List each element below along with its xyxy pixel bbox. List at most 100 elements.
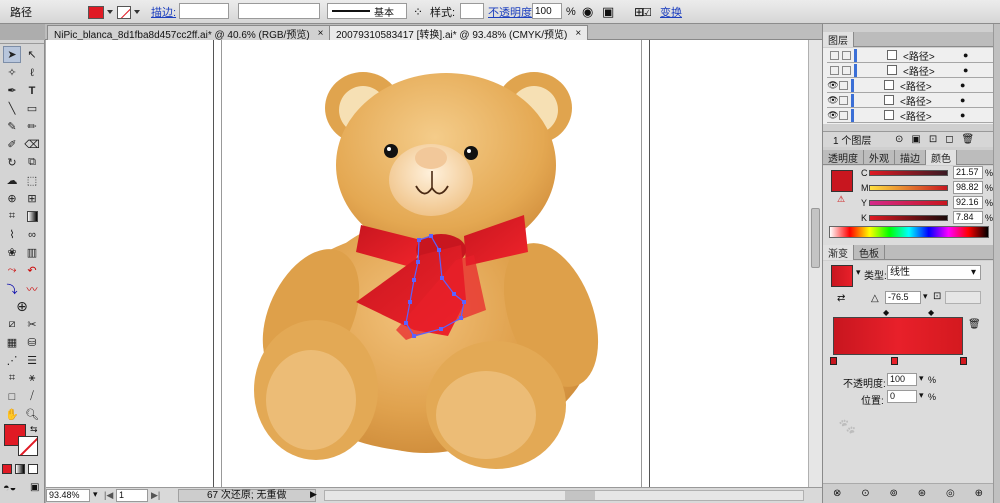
symbol-sprayer-tool-icon[interactable]: ❀ [3, 244, 21, 261]
color-spectrum[interactable] [829, 226, 989, 238]
panel-icon[interactable]: ⊙ [861, 488, 869, 499]
close-icon[interactable]: × [318, 28, 324, 39]
gradient-stop[interactable] [830, 357, 837, 365]
target-icon[interactable]: ● [960, 80, 965, 90]
chevron-down-icon[interactable]: ▾ [856, 267, 861, 278]
artboard-canvas[interactable] [46, 40, 808, 487]
tab-document-2[interactable]: 20079310583417 [转换].ai* @ 93.48% (CMYK/预… [329, 25, 589, 41]
chevron-down-icon[interactable]: ▾ [919, 373, 924, 384]
rectangle-tool-icon[interactable]: ▭ [23, 100, 41, 117]
none-mode-icon[interactable] [28, 464, 38, 474]
reshape-tool-icon[interactable]: ↶ [23, 262, 41, 279]
stop-position-field[interactable]: 0 [887, 390, 917, 403]
swap-colors-icon[interactable]: ⇆ [30, 424, 38, 435]
magic-wand-tool-icon[interactable]: ✧ [3, 64, 21, 81]
gradient-type-dropdown[interactable]: 线性 ▾ [887, 265, 981, 280]
hand-tool-icon[interactable]: ✋ [3, 406, 21, 423]
cyan-value[interactable]: 21.57 [953, 166, 983, 179]
draw-mode-icon[interactable]: ◓◒ [3, 482, 16, 494]
paintbrush-tool-icon[interactable]: ✎ [3, 118, 21, 135]
transform-label[interactable]: 变换 [660, 3, 682, 21]
smooth-tool-icon[interactable]: 〰 [23, 280, 41, 297]
first-artboard-icon[interactable]: |◀ [104, 490, 113, 501]
align-to-grid-icon[interactable]: ▣ [602, 3, 614, 21]
shape-builder-tool-icon[interactable]: ⊕ [3, 190, 21, 207]
last-artboard-icon[interactable]: ▶| [151, 490, 160, 501]
chevron-down-icon[interactable]: ▾ [919, 390, 924, 401]
layer-row[interactable]: 👁︎ <路径> ● [827, 78, 993, 93]
pencil-tool-icon[interactable]: ✏ [23, 118, 41, 135]
stroke-label[interactable]: 描边: [151, 3, 176, 21]
yellow-value[interactable]: 92.16 [953, 196, 983, 209]
layer-row[interactable]: 👁︎ <路径> ● [827, 93, 993, 108]
panel-icon[interactable]: ◎ [946, 488, 955, 499]
close-icon[interactable]: × [575, 28, 581, 39]
tab-transparency[interactable]: 透明度 [823, 150, 864, 165]
stop-opacity-field[interactable]: 100 [887, 373, 917, 386]
gradient-stop[interactable] [891, 357, 898, 365]
rotate-tool-icon[interactable]: ↻ [3, 154, 21, 171]
gradient-mode-icon[interactable] [15, 464, 25, 474]
scroll-thumb[interactable] [565, 491, 595, 500]
reverse-gradient-icon[interactable]: ⇄ [837, 293, 845, 304]
scale-tool-icon[interactable]: ⧉ [23, 154, 41, 171]
eye-icon[interactable]: 👁︎ [827, 80, 839, 91]
fill-swatch[interactable] [88, 3, 113, 21]
slice-tool-icon[interactable]: ⧄ [3, 316, 21, 333]
target-icon[interactable]: ● [960, 95, 965, 105]
warp-tool-icon[interactable]: ☁ [3, 172, 21, 189]
status-menu-icon[interactable]: ▶ [310, 489, 317, 500]
layer-row[interactable]: 👁︎ <路径> ● [827, 108, 993, 123]
align-icon[interactable]: ⁘ [413, 3, 423, 21]
target-icon[interactable]: ● [960, 110, 965, 120]
vertical-scrollbar[interactable] [808, 40, 822, 487]
opacity-field[interactable]: 100 [532, 3, 562, 19]
panel-icon[interactable]: ⊗ [833, 488, 841, 499]
slice-select-icon[interactable]: ⧸ [23, 388, 41, 405]
layer-row[interactable]: <路径> ● [827, 48, 993, 63]
recolor-icon[interactable]: ◉ [582, 3, 593, 21]
delete-stop-icon[interactable]: 🗑︎ [968, 319, 981, 330]
fill-swatch[interactable] [831, 170, 853, 192]
eye-icon[interactable]: 👁︎ [827, 95, 839, 106]
scissors-tool-icon[interactable]: ✂ [23, 316, 41, 333]
stroke-swatch[interactable] [117, 3, 140, 21]
line-tool-icon[interactable]: ╲ [3, 100, 21, 117]
magenta-slider[interactable] [869, 185, 948, 191]
checkbox-icon[interactable]: ☑ [642, 3, 652, 21]
artboard-number-field[interactable]: 1 [116, 489, 148, 502]
type-tool-icon[interactable]: T [23, 82, 41, 99]
panel-icon[interactable]: ⊛ [918, 488, 926, 499]
zoom-field[interactable]: 93.48% [46, 489, 90, 502]
new-layer-icon[interactable]: ◻ [945, 134, 953, 145]
mesh-tool-icon[interactable]: ⌗ [3, 208, 21, 225]
blob-brush-tool-icon[interactable]: ✐ [3, 136, 21, 153]
crop-tool-icon[interactable]: ⌗ [3, 370, 21, 387]
screen-mode-icon[interactable]: ▣ [30, 482, 39, 493]
black-slider[interactable] [869, 215, 948, 221]
midpoint-icon[interactable]: ◆ [883, 308, 889, 317]
target-icon[interactable]: ● [963, 50, 968, 60]
yellow-slider[interactable] [869, 200, 948, 206]
graphic-style-dropdown[interactable] [460, 3, 484, 19]
artboard-select-icon[interactable]: □ [3, 388, 21, 405]
variable-width-dropdown[interactable] [238, 3, 320, 19]
curvature-tool-icon[interactable]: ⤵ [3, 280, 21, 297]
gradient-swatch[interactable] [831, 265, 853, 287]
angle-field[interactable]: -76.5 [885, 291, 921, 304]
panel-grip[interactable] [0, 40, 44, 44]
width-tool-icon[interactable]: ⤳ [3, 262, 21, 279]
artboard-tool-icon[interactable]: ⊕ [13, 298, 31, 315]
tab-gradient[interactable]: 渐变 [823, 245, 854, 260]
midpoint-icon[interactable]: ◆ [928, 308, 934, 317]
panel-icon[interactable]: ⊚ [889, 488, 897, 499]
tab-document-1[interactable]: NiPic_blanca_8d1fba8d457cc2ff.ai* @ 40.6… [47, 25, 331, 41]
zoom-tool-icon[interactable]: 🔍︎ [23, 406, 41, 423]
selection-tool-icon[interactable]: ➤ [3, 46, 21, 63]
tab-appearance[interactable]: 外观 [864, 150, 895, 165]
chart-tool-icon[interactable]: ▦ [3, 334, 21, 351]
brush-definition-dropdown[interactable]: 基本 [327, 3, 407, 19]
eyedropper-tool-icon[interactable]: ⌇ [3, 226, 21, 243]
horizontal-scrollbar[interactable] [324, 490, 804, 501]
direct-selection-tool-icon[interactable]: ↖ [23, 46, 41, 63]
